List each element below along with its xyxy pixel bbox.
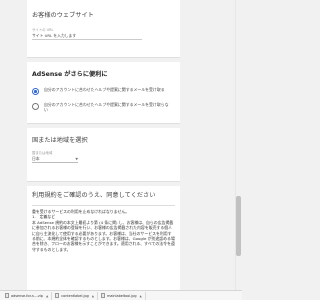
page-scrollbar[interactable] xyxy=(235,0,242,290)
download-filename: contentlabel.jpg xyxy=(61,293,89,298)
radio-selected-icon[interactable] xyxy=(32,88,39,95)
file-icon xyxy=(55,293,60,298)
radio-unselected-icon[interactable] xyxy=(32,103,39,110)
terms-card-title: 利用規約をご確認のうえ、同意してください xyxy=(32,192,156,199)
country-select[interactable]: 日本 ▼ xyxy=(32,156,78,163)
site-url-input[interactable]: サイト URL を入力します xyxy=(32,33,175,38)
email-opt-out-option[interactable]: 自分のアカウントに合わせたヘルプや提案に関するメールを受け取らない xyxy=(32,102,175,112)
site-url-label: サイトの URL xyxy=(32,28,54,32)
country-select-label: 国または地域 xyxy=(32,151,53,155)
region-card-title: 国または地域を選択 xyxy=(32,137,88,144)
file-icon xyxy=(5,293,9,298)
download-filename: adsense-for-s....zip xyxy=(11,293,43,298)
region-card: 国または地域を選択 国または地域 日本 ▼ xyxy=(27,128,180,182)
download-item[interactable]: adsense-for-s....zip ▲ xyxy=(2,291,53,300)
email-opt-in-option[interactable]: 自分のアカウントに合わせたヘルプや提案に関するメールを受け取る xyxy=(32,87,175,95)
email-opt-out-label: 自分のアカウントに合わせたヘルプや提案に関するメールを受け取らない xyxy=(44,102,169,112)
country-select-value: 日本 xyxy=(32,156,40,161)
chevron-down-icon: ▼ xyxy=(75,157,78,161)
adsense-card: AdSense がさらに便利に 自分のアカウントに合わせたヘルプや提案に関するメ… xyxy=(27,62,180,124)
website-card-title: お客様のウェブサイト xyxy=(32,12,94,19)
terms-card: 利用規約をご確認のうえ、同意してください 重を受けるサービスの利用を止めなければ… xyxy=(27,186,180,290)
download-item[interactable]: mainlabeltool.jpg ▲ xyxy=(98,291,146,300)
download-filename: mainlabeltool.jpg xyxy=(107,293,137,298)
email-opt-in-label: 自分のアカウントに合わせたヘルプや提案に関するメールを受け取る xyxy=(44,87,165,92)
download-bar: adsense-for-s....zip ▲ contentlabel.jpg … xyxy=(0,290,242,300)
adsense-card-title: AdSense がさらに便利に xyxy=(32,71,108,78)
file-icon xyxy=(101,293,106,298)
terms-paragraph: 本 AdSense 規約の本文上最初より第 (4 条に掲) し、お客様は、自らの… xyxy=(32,219,175,252)
scrollbar-thumb[interactable] xyxy=(236,196,241,256)
chevron-up-icon[interactable]: ▲ xyxy=(92,294,94,298)
chevron-up-icon[interactable]: ▲ xyxy=(140,294,142,298)
website-card: お客様のウェブサイト サイトの URL サイト URL を入力します xyxy=(27,0,180,58)
terms-text-box[interactable]: 重を受けるサービスの利用を止めなければなりません。 1. 定義など 本 AdSe… xyxy=(32,205,175,290)
site-url-underline xyxy=(32,39,142,40)
download-item[interactable]: contentlabel.jpg ▲ xyxy=(52,291,99,300)
chevron-up-icon[interactable]: ▲ xyxy=(46,294,48,298)
